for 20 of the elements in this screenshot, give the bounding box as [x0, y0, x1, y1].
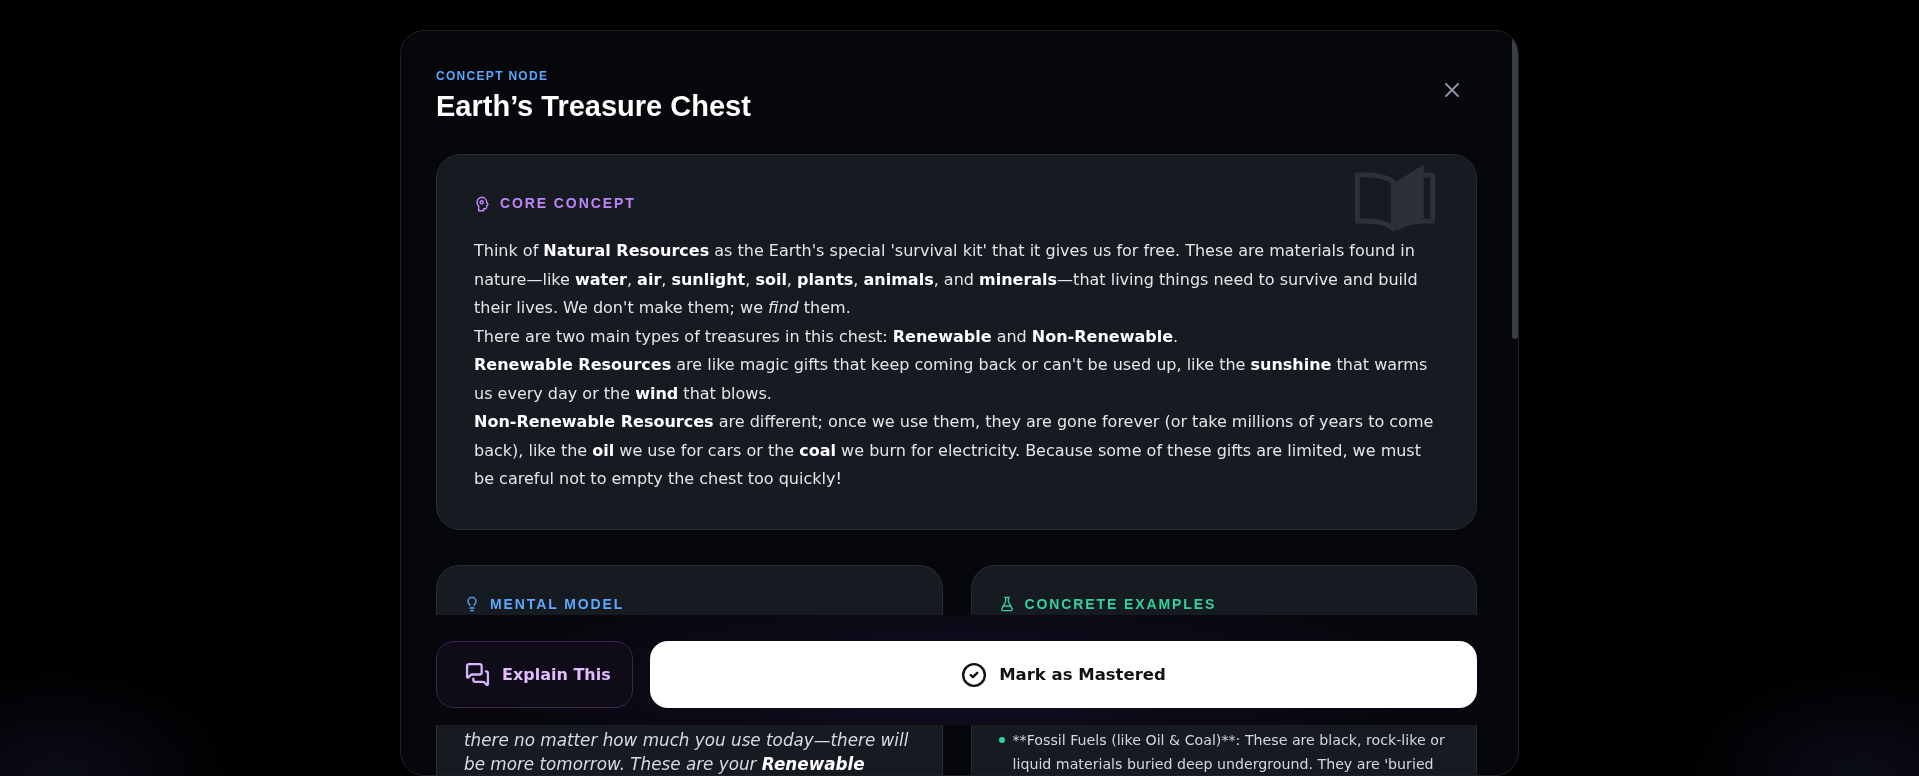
check-circle-icon	[961, 661, 988, 688]
concept-paragraph: Non-Renewable Resources are different; once we use them, they are gone forever (or take millions of years to come back), like the oil we use for cars or the coal we burn for electricity. Because some of these gifts are limited, we must be careful not to empty the chest too quickly!	[474, 411, 1435, 490]
explain-button[interactable]: Explain This	[436, 641, 633, 708]
bullet-icon	[998, 736, 1005, 743]
mental-model-text: there no matter how much you use today—there will be more tomorrow. These are your Renewable	[464, 728, 910, 775]
eyebrow-label: CONCEPT NODE	[436, 69, 549, 83]
modal-title: Earth’s Treasure Chest	[436, 89, 751, 123]
concept-paragraph: Renewable Resources are like magic gifts that keep coming back or can't be used up, like the sunshine that warms us every day or the wind that blows.	[474, 354, 1429, 405]
concept-paragraph: Think of Natural Resources as the Earth's special 'survival kit' that it gives us for free. These are materials found in nature—like water, air, sunlight, soil, plants, animals, and minerals—that living things need to survive and build their lives. We don't make them; we find them.	[474, 240, 1419, 319]
lightbulb-icon	[464, 596, 480, 612]
section-label: CORE CONCEPT	[500, 195, 636, 212]
mark-mastered-button[interactable]: Mark as Mastered	[650, 641, 1477, 708]
example-text: **Fossil Fuels (like Oil & Coal)**: These are black, rock-like or liquid materials buried deep underground. They are 'buried	[1012, 730, 1446, 774]
section-label: MENTAL MODEL	[490, 595, 625, 613]
book-icon	[1354, 163, 1436, 232]
concept-paragraph: There are two main types of treasures in this chest: Renewable and Non-Renewable.	[474, 325, 1180, 348]
flask-icon	[998, 596, 1015, 612]
head-icon	[474, 195, 490, 212]
section-label: CONCRETE EXAMPLES	[1024, 595, 1217, 613]
chat-bubbles-icon	[465, 662, 490, 687]
